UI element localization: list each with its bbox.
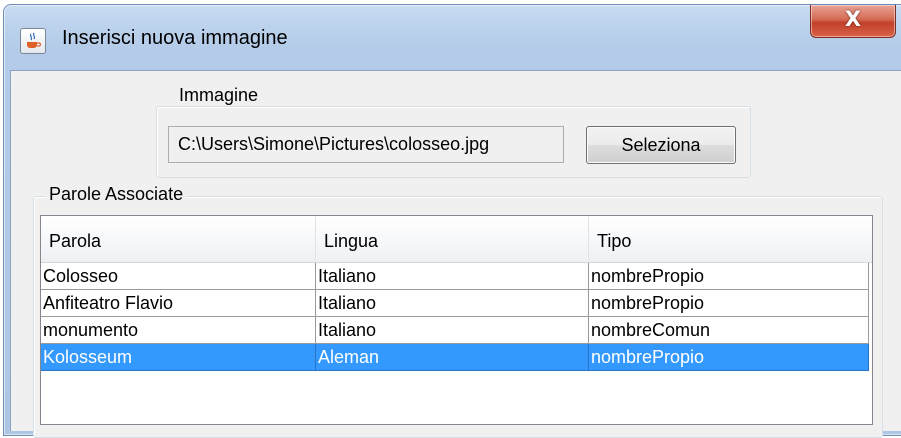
cell-parola[interactable]: Anfiteatro Flavio: [41, 290, 316, 317]
title-bar[interactable]: Inserisci nuova immagine: [4, 5, 901, 75]
window-title: Inserisci nuova immagine: [62, 27, 288, 49]
close-button[interactable]: X: [810, 5, 896, 38]
words-table[interactable]: Parola Lingua Tipo Colosseo Italiano nom…: [40, 215, 873, 425]
cell-lingua[interactable]: Italiano: [316, 317, 589, 344]
cell-parola[interactable]: monumento: [41, 317, 316, 344]
cell-parola[interactable]: Kolosseum: [41, 344, 316, 371]
table-row[interactable]: Colosseo Italiano nombrePropio: [41, 263, 869, 290]
close-icon: X: [844, 7, 862, 31]
column-header-tipo[interactable]: Tipo: [589, 216, 872, 262]
image-path-field[interactable]: C:\Users\Simone\Pictures\colosseo.jpg: [168, 126, 564, 163]
cell-tipo[interactable]: nombrePropio: [589, 290, 869, 317]
cell-lingua[interactable]: Italiano: [316, 290, 589, 317]
words-group-legend: Parole Associate: [46, 184, 187, 205]
java-coffee-cup-icon[interactable]: [20, 28, 46, 54]
cell-parola[interactable]: Colosseo: [41, 263, 316, 290]
cell-tipo[interactable]: nombrePropio: [589, 263, 869, 290]
cell-tipo[interactable]: nombrePropio: [589, 344, 869, 371]
table-row[interactable]: monumento Italiano nombreComun: [41, 317, 869, 344]
cell-tipo[interactable]: nombreComun: [589, 317, 869, 344]
cell-lingua[interactable]: Aleman: [316, 344, 589, 371]
select-button[interactable]: Seleziona: [586, 126, 736, 164]
column-header-parola[interactable]: Parola: [41, 216, 316, 262]
cell-lingua[interactable]: Italiano: [316, 263, 589, 290]
table-row[interactable]: Anfiteatro Flavio Italiano nombrePropio: [41, 290, 869, 317]
table-header: Parola Lingua Tipo: [41, 216, 872, 263]
image-group-legend: Immagine: [176, 85, 262, 106]
column-header-lingua[interactable]: Lingua: [316, 216, 589, 262]
table-row-selected[interactable]: Kolosseum Aleman nombrePropio: [41, 344, 869, 371]
